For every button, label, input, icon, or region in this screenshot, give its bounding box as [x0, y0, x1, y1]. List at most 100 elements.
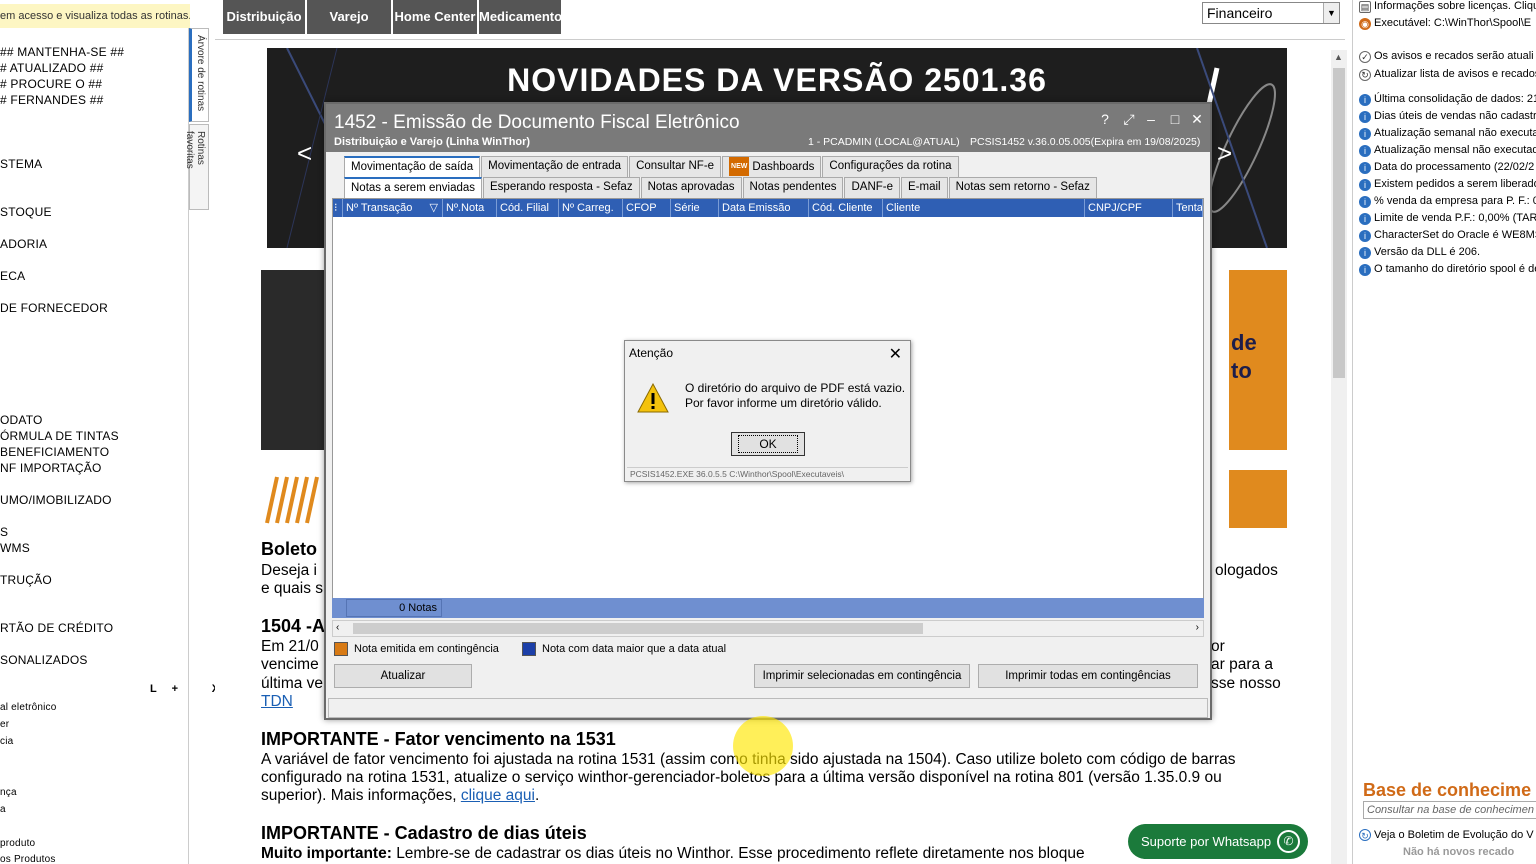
col-cod-cliente[interactable]: Cód. Cliente	[809, 199, 883, 217]
col-cliente[interactable]: Cliente	[883, 199, 1085, 217]
print-selected-button[interactable]: Imprimir selecionadas em contingência	[754, 664, 970, 688]
knowledge-base-search[interactable]: Consultar na base de conhecimen	[1363, 801, 1536, 819]
close-icon[interactable]: ✕	[889, 344, 902, 364]
menu-item[interactable]: nça	[0, 787, 17, 798]
tdn-link[interactable]: TDN	[261, 693, 293, 710]
close-icon[interactable]: ✕	[1188, 110, 1206, 128]
varejo-button[interactable]: Varejo	[307, 0, 391, 34]
notice-item[interactable]: i% venda da empresa para P. F.: 0	[1359, 195, 1536, 208]
tab-routine-tree[interactable]: Árvore de rotinas	[189, 28, 209, 122]
menu-item[interactable]: S	[0, 525, 8, 539]
notice-item[interactable]: i Data do processamento (22/02/2	[1359, 161, 1534, 174]
col-data-emissao[interactable]: Data Emissão	[719, 199, 809, 217]
help-icon[interactable]: ?	[1096, 110, 1114, 128]
notice-item[interactable]: ✓ Os avisos e recados serão atuali	[1359, 50, 1534, 63]
banner-prev-icon[interactable]: <	[297, 138, 312, 169]
menu-item[interactable]: STOQUE	[0, 205, 52, 219]
notice-item[interactable]: iO tamanho do diretório spool é de	[1359, 263, 1536, 276]
menu-item[interactable]: a	[0, 804, 6, 815]
subtab-esperando-resposta[interactable]: Esperando resposta - Sefaz	[483, 177, 640, 198]
menu-item[interactable]: ÓRMULA DE TINTAS	[0, 429, 119, 443]
menu-item[interactable]: TRUÇÃO	[0, 573, 52, 587]
subtab-notas-aprovadas[interactable]: Notas aprovadas	[640, 177, 742, 198]
whatsapp-support-button[interactable]: Suporte por Whatsapp ✆	[1128, 824, 1308, 859]
col-nota[interactable]: Nº.Nota	[443, 199, 497, 217]
subtab-email[interactable]: E-mail	[901, 177, 948, 198]
col-tentativas[interactable]: Tenta	[1173, 199, 1203, 217]
module-select[interactable]: Financeiro ▼	[1202, 2, 1340, 24]
menu-item[interactable]: # PROCURE O ##	[0, 77, 102, 91]
notice-item[interactable]: i Atualização semanal não executa	[1359, 127, 1536, 140]
tab-consultar-nfe[interactable]: Consultar NF-e	[629, 156, 722, 177]
minimize-icon[interactable]: –	[1142, 110, 1160, 128]
menu-item[interactable]: UMO/IMOBILIZADO	[0, 493, 112, 507]
col-transacao[interactable]: Nº Transação ▽	[343, 199, 443, 217]
col-cnpj[interactable]: CNPJ/CPF	[1085, 199, 1173, 217]
news-scrollbar[interactable]: ▲	[1331, 50, 1347, 864]
hscroll-thumb[interactable]	[353, 623, 923, 634]
notice-item[interactable]: ↻ Atualizar lista de avisos e recados	[1359, 68, 1536, 81]
tab-movimentacao-saida[interactable]: Movimentação de saída	[344, 156, 481, 177]
print-all-button[interactable]: Imprimir todas em contingências	[978, 664, 1198, 688]
notice-item[interactable]: i Dias úteis de vendas não cadastra	[1359, 110, 1536, 123]
menu-item[interactable]: ECA	[0, 269, 25, 283]
menu-item[interactable]: cia	[0, 736, 13, 747]
grid-hscrollbar[interactable]: ‹ ›	[332, 620, 1204, 637]
notice-item[interactable]: i Versão da DLL é 206.	[1359, 246, 1480, 259]
menu-item[interactable]: DE FORNECEDOR	[0, 301, 108, 315]
menu-item[interactable]: SONALIZADOS	[0, 653, 88, 667]
tab-dashboards[interactable]: NEW Dashboards	[722, 156, 822, 177]
restore-icon[interactable]: ⤢	[1120, 110, 1138, 128]
menu-item[interactable]: WMS	[0, 541, 30, 555]
notice-item[interactable]: i Existem pedidos a serem liberados	[1359, 178, 1536, 191]
menu-item[interactable]: ## MANTENHA-SE ##	[0, 45, 124, 59]
ok-button[interactable]: OK	[731, 432, 805, 456]
article-text: Em 21/0	[261, 638, 319, 655]
notice-item[interactable]: i Última consolidação de dados: 21	[1359, 93, 1536, 106]
menu-item[interactable]: er	[0, 719, 9, 730]
col-carregamento[interactable]: Nº Carreg.	[559, 199, 623, 217]
clique-aqui-link[interactable]: clique aqui	[461, 787, 535, 804]
subtab-danfe[interactable]: DANF-e	[844, 177, 901, 198]
tab-movimentacao-entrada[interactable]: Movimentação de entrada	[481, 156, 629, 177]
col-filial[interactable]: Cód. Filial	[497, 199, 559, 217]
col-serie[interactable]: Série	[671, 199, 719, 217]
notice-item[interactable]: ◉ Executável: C:\WinThor\Spool\E	[1359, 17, 1531, 30]
home-center-button[interactable]: Home Center	[393, 0, 477, 34]
notice-item[interactable]: i Atualização mensal não executad	[1359, 144, 1536, 157]
menu-item[interactable]: al eletrônico	[0, 702, 57, 713]
filter-icon[interactable]: ▽	[430, 199, 438, 217]
scroll-left-icon[interactable]: ‹	[336, 622, 339, 633]
banner-next-icon[interactable]: >	[1217, 138, 1232, 169]
tab-favorite-routines[interactable]: Rotinas favoritas	[184, 124, 209, 210]
tab-configuracoes[interactable]: Configurações da rotina	[822, 156, 959, 177]
menu-item[interactable]: produto	[0, 838, 35, 849]
menu-item[interactable]: ODATO	[0, 413, 43, 427]
scroll-thumb[interactable]	[1333, 68, 1345, 378]
menu-item[interactable]: RTÃO DE CRÉDITO	[0, 621, 113, 635]
refresh-button[interactable]: Atualizar	[334, 664, 472, 688]
subtab-sem-retorno[interactable]: Notas sem retorno - Sefaz	[948, 177, 1097, 198]
subtab-notas-pendentes[interactable]: Notas pendentes	[742, 177, 844, 198]
notice-item[interactable]: ▤ Informações sobre licenças. Clique	[1359, 0, 1536, 13]
distribuicao-button[interactable]: Distribuição	[223, 0, 305, 34]
menu-item[interactable]: # FERNANDES ##	[0, 93, 104, 107]
menu-item[interactable]: os Produtos	[0, 854, 56, 864]
col-cfop[interactable]: CFOP	[623, 199, 671, 217]
subtab-notas-enviadas[interactable]: Notas a serem enviadas	[344, 177, 483, 198]
notice-item[interactable]: i Limite de venda P.F.: 0,00% (TAR	[1359, 212, 1536, 225]
menu-item[interactable]: # ATUALIZADO ##	[0, 61, 103, 75]
menu-item[interactable]: ADORIA	[0, 237, 47, 251]
menu-item[interactable]: BENEFICIAMENTO	[0, 445, 109, 459]
grid-header: ⁝ Nº Transação ▽ Nº.Nota Cód. Filial Nº C…	[333, 199, 1203, 217]
window-titlebar[interactable]: 1452 - Emissão de Documento Fiscal Eletr…	[326, 104, 1210, 152]
knowledge-base-title: Base de conhecime	[1363, 780, 1532, 800]
maximize-icon[interactable]: □	[1166, 110, 1184, 128]
scroll-right-icon[interactable]: ›	[1196, 622, 1199, 633]
notice-item[interactable]: i CharacterSet do Oracle é WE8MS	[1359, 229, 1536, 242]
bulletin-link[interactable]: ↻ Veja o Boletim de Evolução do V	[1359, 829, 1534, 841]
menu-item[interactable]: NF IMPORTAÇÃO	[0, 461, 102, 475]
menu-item[interactable]: STEMA	[0, 157, 42, 171]
scroll-up-icon[interactable]: ▲	[1334, 52, 1343, 62]
medicamento-button[interactable]: Medicamento	[479, 0, 562, 34]
